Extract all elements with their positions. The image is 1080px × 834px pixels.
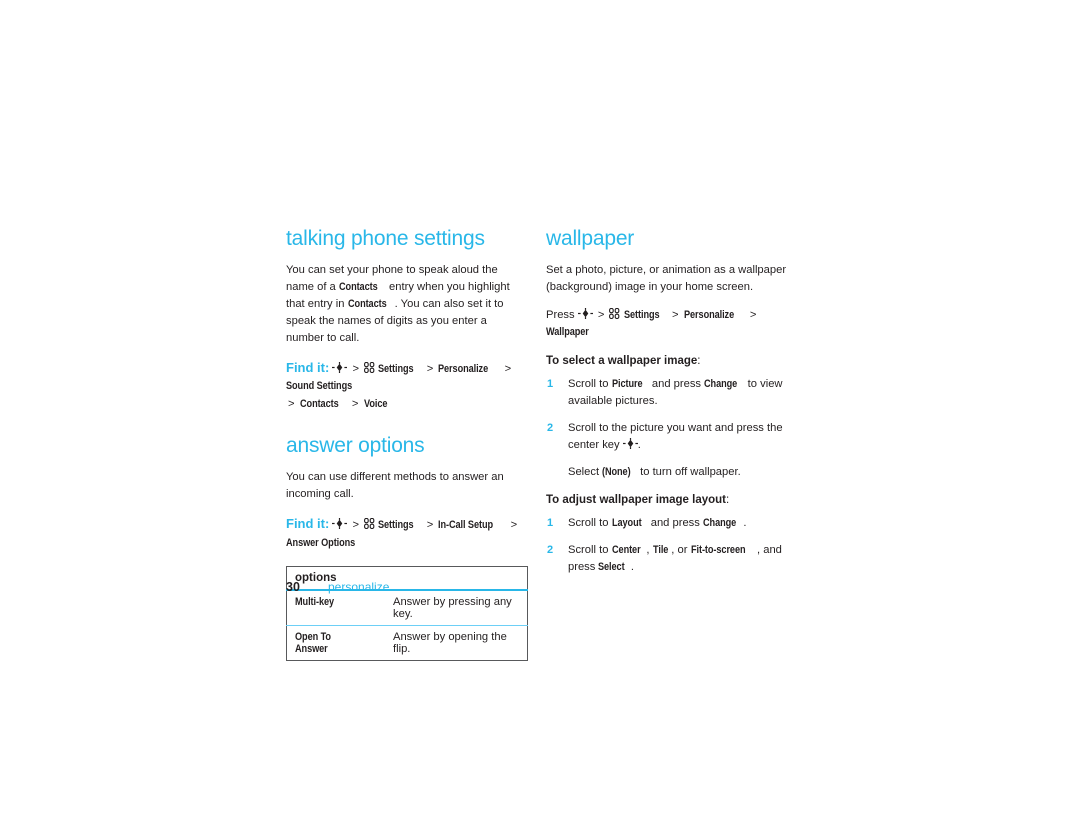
left-column: talking phone settings You can set your … (286, 227, 528, 661)
section-answer-options: answer options You can use different met… (286, 434, 528, 661)
subheading-select-wallpaper-image: To select a wallpaper image: (546, 355, 796, 367)
text-fragment: and press (647, 516, 703, 529)
page-title-wallpaper: wallpaper (546, 227, 635, 250)
press-path-wallpaper: Press > Settings > Personalize > Wallpap… (546, 307, 796, 342)
option-label: Multi-key (295, 596, 335, 608)
text-fragment: . (637, 438, 641, 451)
joystick-center-key-icon (622, 437, 638, 449)
page-title-talking-phone-settings: talking phone settings (286, 227, 485, 250)
screen-term-none: (None) (602, 465, 631, 478)
page-footer: 30 personalize (286, 580, 389, 594)
main-menu-icon (364, 362, 375, 374)
text-fragment: , (646, 543, 653, 556)
menu-path-sound-settings: Sound Settings (286, 380, 353, 393)
menu-path-settings: Settings (378, 363, 414, 376)
list-item: 2 Scroll to Center, Tile, or Fit-to-scree… (546, 542, 796, 576)
text-fragment: . (743, 516, 747, 529)
screen-term-change: Change (702, 516, 737, 529)
menu-path-in-call-setup: In-Call Setup (438, 519, 494, 532)
option-name: Multi-key (287, 590, 386, 626)
table-row: Multi-key Answer by pressing any key. (287, 590, 528, 626)
table-row: Open To Answer Answer by opening the fli… (286, 625, 528, 661)
page-number: 30 (286, 580, 300, 594)
step-number: 1 (547, 516, 554, 529)
main-menu-icon (609, 308, 620, 320)
subheading-colon: : (726, 493, 730, 506)
text-fragment: Scroll to (568, 516, 612, 529)
find-it-label: Find it: (286, 516, 330, 532)
option-description: Answer by opening the flip. (385, 625, 528, 661)
option-label: Open To Answer (295, 631, 331, 655)
step-number: 2 (547, 543, 554, 556)
menu-path-contacts: Contacts (299, 397, 339, 410)
menu-path-settings: Settings (378, 519, 414, 532)
text-fragment: Scroll to (568, 377, 612, 390)
option-description: Answer by pressing any key. (393, 596, 512, 620)
subheading-text: To adjust wallpaper image layout (546, 493, 726, 506)
right-column: wallpaper Set a photo, picture, or anima… (546, 227, 796, 661)
subheading-text: To select a wallpaper image (546, 354, 698, 367)
subheading-colon: : (697, 354, 701, 367)
wallpaper-none-note: Select (None) to turn off wallpaper. (546, 464, 796, 481)
step-number: 2 (547, 421, 554, 434)
menu-path-personalize: Personalize (683, 309, 734, 322)
list-item: 1 Scroll to Picture and press Change to v… (546, 376, 796, 410)
answer-options-description: You can use different methods to answer … (286, 471, 504, 501)
talking-phone-settings-description: You can set your phone to speak aloud th… (286, 262, 526, 347)
screen-term-picture: Picture (611, 377, 643, 390)
screen-term-center: Center (611, 543, 641, 556)
press-label: Press (546, 309, 575, 322)
menu-path-wallpaper: Wallpaper (546, 326, 589, 339)
screen-term-contacts-2: Contacts (347, 298, 387, 311)
subheading-adjust-wallpaper-layout: To adjust wallpaper image layout: (546, 494, 796, 506)
list-item: 1 Scroll to Layout and press Change. (546, 515, 796, 532)
steps-select-wallpaper-image: 1 Scroll to Picture and press Change to v… (546, 376, 796, 454)
joystick-center-key-icon (332, 362, 348, 374)
screen-term-select: Select (598, 560, 626, 573)
screen-term-change: Change (704, 377, 738, 390)
menu-path-personalize: Personalize (438, 363, 489, 376)
screen-term-layout: Layout (611, 516, 642, 529)
step-number: 1 (547, 377, 554, 390)
screen-term-fit-to-screen: Fit-to-screen (690, 543, 746, 556)
find-it-label: Find it: (286, 360, 330, 376)
text-fragment: Scroll to the picture you want and press… (568, 421, 783, 451)
steps-adjust-wallpaper-layout: 1 Scroll to Layout and press Change. 2 Scr… (546, 515, 796, 576)
menu-path-settings: Settings (623, 309, 660, 322)
text-fragment: . (630, 560, 634, 573)
column-gutter (526, 228, 546, 661)
text-fragment: , or (671, 543, 691, 556)
two-column-layout: talking phone settings You can set your … (286, 227, 796, 661)
manual-page-content: talking phone settings You can set your … (286, 227, 796, 661)
joystick-center-key-icon (332, 518, 348, 530)
find-it-path-talking-phone-settings: Find it: > Settings > Personalize > Soun… (286, 358, 526, 413)
text-fragment: Scroll to (568, 543, 612, 556)
menu-path-answer-options: Answer Options (286, 536, 356, 549)
section-wallpaper: wallpaper Set a photo, picture, or anima… (546, 227, 796, 576)
wallpaper-description: Set a photo, picture, or animation as a … (546, 264, 787, 294)
chapter-name: personalize (328, 580, 390, 594)
screen-term-tile: Tile (652, 543, 668, 556)
option-name: Open To Answer (286, 625, 385, 661)
page-title-answer-options: answer options (286, 434, 425, 458)
section-talking-phone-settings: talking phone settings You can set your … (286, 227, 526, 413)
screen-term-contacts: Contacts (338, 281, 378, 294)
main-menu-icon (364, 518, 375, 530)
list-item: 2 Scroll to the picture you want and pres… (546, 420, 796, 454)
joystick-center-key-icon (577, 308, 593, 320)
find-it-path-answer-options: Find it: > Settings > In-Call Setup > An… (286, 514, 526, 552)
text-fragment: to turn off wallpaper. (637, 465, 741, 478)
menu-path-voice: Voice (363, 397, 387, 410)
text-fragment: and press (648, 377, 705, 390)
text-fragment: Select (568, 465, 603, 478)
